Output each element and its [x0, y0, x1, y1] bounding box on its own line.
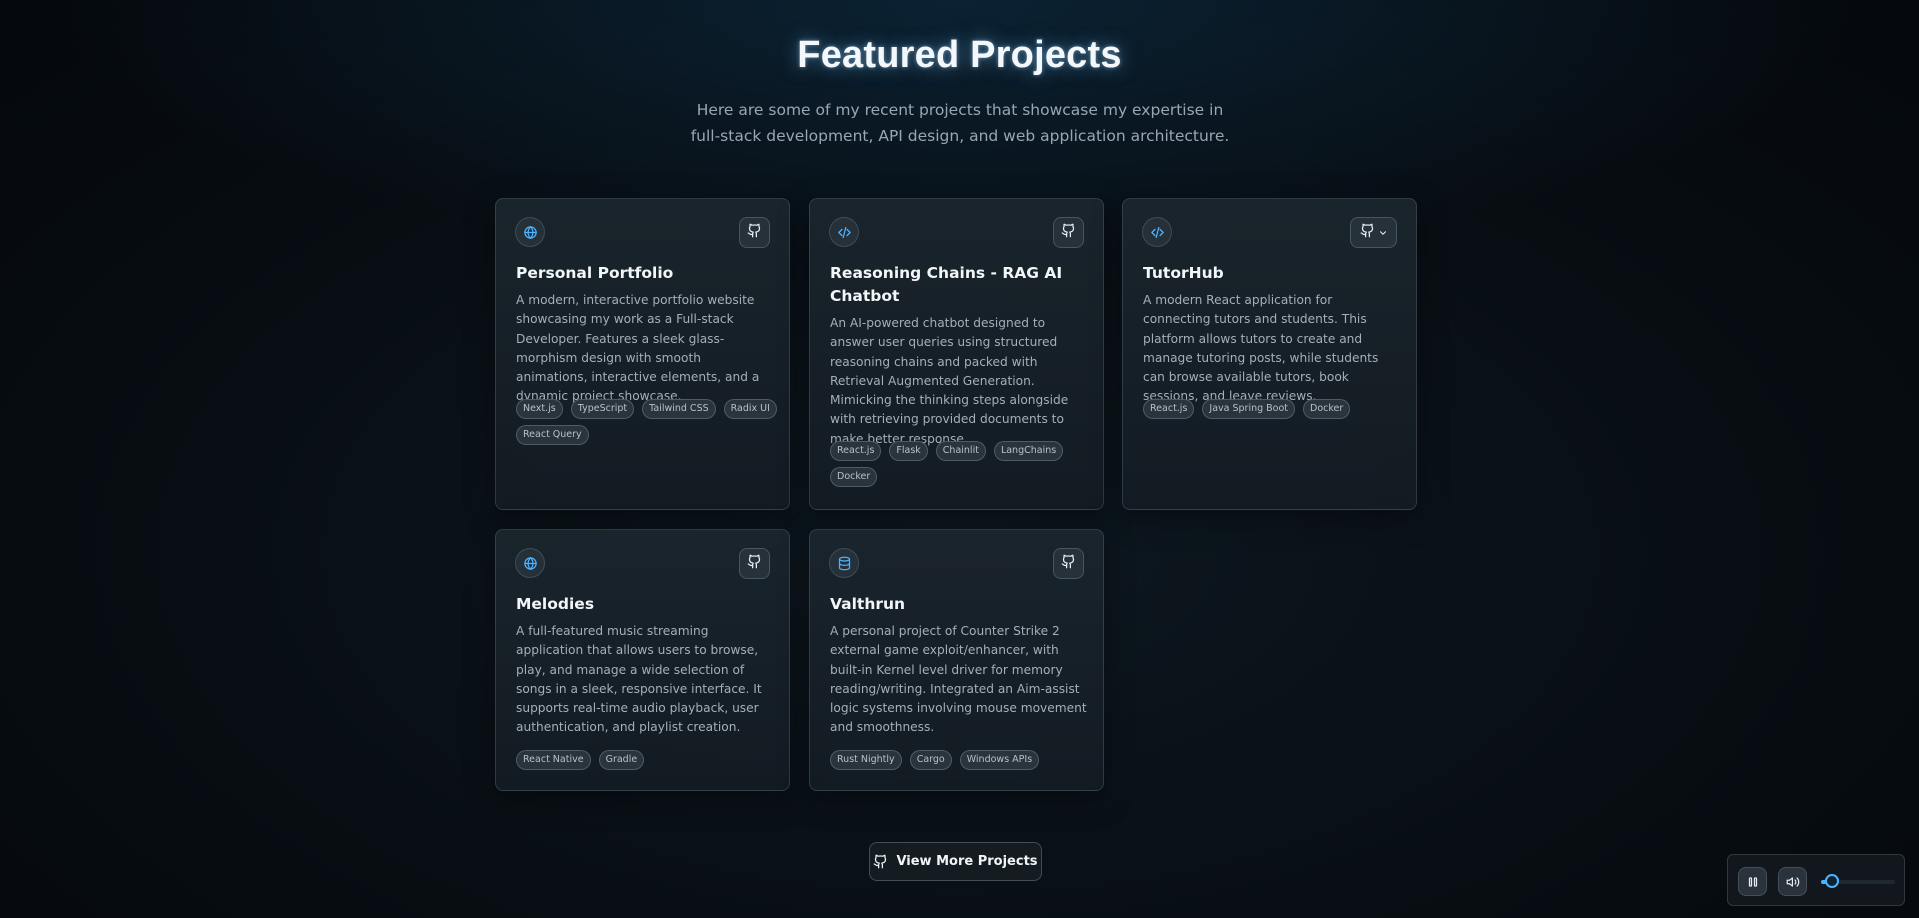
project-description: A personal project of Counter Strike 2 e…	[830, 624, 1087, 735]
project-card[interactable]: TutorHub A modern React application for …	[1122, 198, 1417, 510]
tech-tag: TypeScript	[570, 399, 635, 419]
project-title: Melodies	[516, 595, 595, 613]
tech-tag: React.js	[830, 441, 882, 461]
tech-tag: Docker	[830, 467, 878, 487]
github-icon	[747, 554, 762, 573]
volume-slider-thumb[interactable]	[1825, 874, 1840, 888]
project-card[interactable]: Reasoning Chains - RAG AI Chatbot An AI-…	[809, 198, 1104, 510]
github-button[interactable]	[1053, 217, 1084, 248]
project-description: A full-featured music streaming applicat…	[516, 624, 762, 735]
globe-icon	[515, 548, 545, 578]
github-button[interactable]	[1053, 548, 1084, 579]
tech-tag: Docker	[1303, 399, 1351, 419]
tech-tag: Cargo	[909, 750, 952, 770]
database-icon	[829, 548, 859, 578]
pause-icon	[1747, 876, 1759, 888]
project-card[interactable]: Personal Portfolio A modern, interactive…	[495, 198, 790, 510]
page-subtitle: Here are some of my recent projects that…	[690, 101, 1230, 145]
globe-icon	[515, 217, 545, 247]
tech-tag: React.js	[1143, 399, 1195, 419]
tech-tag: Flask	[889, 441, 928, 461]
github-icon	[1360, 223, 1375, 242]
music-player	[1727, 854, 1905, 906]
tag-list: Rust Nightly Cargo Windows APIs	[830, 750, 1092, 770]
github-dropdown-button[interactable]	[1350, 217, 1397, 248]
tech-tag: Next.js	[516, 399, 563, 419]
project-card[interactable]: Melodies A full-featured music streaming…	[495, 529, 790, 791]
view-more-label: View More Projects	[896, 854, 1038, 869]
pause-button[interactable]	[1738, 867, 1767, 896]
chevron-down-icon	[1378, 228, 1388, 238]
project-card[interactable]: Valthrun A personal project of Counter S…	[809, 529, 1104, 791]
tech-tag: LangChains	[993, 441, 1064, 461]
tech-tag: Gradle	[598, 750, 645, 770]
project-description: A modern, interactive portfolio website …	[516, 293, 760, 404]
project-description: An AI-powered chatbot designed to answer…	[830, 316, 1069, 446]
tag-list: Next.js TypeScript Tailwind CSS Radix UI…	[516, 399, 778, 445]
tech-tag: React Native	[516, 750, 591, 770]
project-title: Reasoning Chains - RAG AI Chatbot	[830, 264, 1063, 305]
project-title: Personal Portfolio	[516, 264, 674, 282]
volume-slider[interactable]	[1821, 874, 1895, 888]
tech-tag: Radix UI	[723, 399, 777, 419]
github-icon	[1061, 554, 1076, 573]
tech-tag: Rust Nightly	[830, 750, 902, 770]
tech-tag: React Query	[516, 425, 589, 445]
tech-tag: Tailwind CSS	[642, 399, 716, 419]
tech-tag: Java Spring Boot	[1202, 399, 1296, 419]
github-button[interactable]	[739, 548, 770, 579]
tag-list: React.js Java Spring Boot Docker	[1143, 399, 1405, 419]
tech-tag: Windows APIs	[959, 750, 1040, 770]
github-icon	[873, 854, 888, 869]
tag-list: React Native Gradle	[516, 750, 778, 770]
github-icon	[1061, 223, 1076, 242]
code-icon	[829, 217, 859, 247]
code-icon	[1142, 217, 1172, 247]
volume-icon	[1786, 875, 1800, 889]
project-title: TutorHub	[1143, 264, 1224, 282]
project-description: A modern React application for connectin…	[1143, 293, 1379, 404]
github-button[interactable]	[739, 217, 770, 248]
tag-list: React.js Flask Chainlit LangChains Docke…	[830, 441, 1092, 487]
project-title: Valthrun	[830, 595, 906, 613]
mute-button[interactable]	[1778, 867, 1807, 896]
tech-tag: Chainlit	[935, 441, 986, 461]
page-title: Featured Projects	[797, 34, 1122, 76]
view-more-projects-button[interactable]: View More Projects	[869, 842, 1042, 881]
github-icon	[747, 223, 762, 242]
